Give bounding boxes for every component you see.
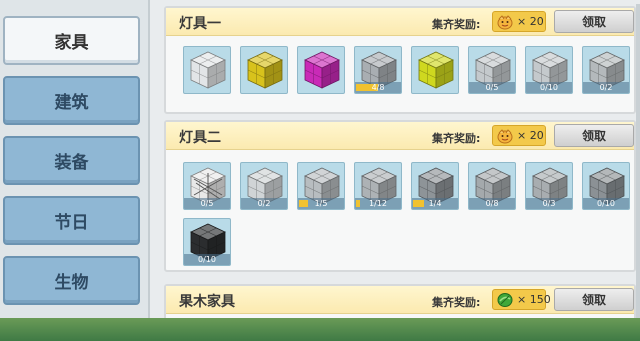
tab-equipment[interactable]: 装备 (3, 136, 140, 185)
collection-item-slot[interactable]: 1/12 (354, 162, 402, 210)
set-title: 灯具一 (179, 16, 221, 32)
tab-label: 建筑 (54, 93, 89, 113)
green-gem-icon (496, 292, 514, 308)
collection-set: 灯具一 集齐奖励: × 20 领取 4/8 0/5 0/10 0/2 (164, 6, 636, 114)
tab-label: 节日 (54, 213, 89, 233)
set-title: 果木家具 (179, 294, 235, 310)
claim-button[interactable]: 领取 (554, 288, 634, 311)
collection-item-slot[interactable]: 0/10 (525, 46, 573, 94)
reward-badge: × 20 (492, 125, 546, 146)
collection-item-slot[interactable]: 0/10 (582, 162, 630, 210)
claim-button[interactable]: 领取 (554, 124, 634, 147)
collection-set: 灯具二 集齐奖励: × 20 领取 0/5 0/2 1/5 1/12 1/4 0/8 0/3… (164, 120, 636, 272)
collection-item-slot[interactable]: 0/2 (240, 162, 288, 210)
item-count: 1/5 (314, 199, 328, 208)
category-sidebar: 家具 建筑 装备 节日 生物 (0, 0, 150, 318)
set-header: 果木家具 集齐奖励: × 150 领取 (166, 286, 634, 314)
item-count: 0/3 (542, 199, 556, 208)
collection-item-slot[interactable]: 1/4 (411, 162, 459, 210)
tab-furniture[interactable]: 家具 (3, 16, 140, 65)
tab-festival[interactable]: 节日 (3, 196, 140, 245)
collection-item-slot[interactable] (183, 46, 231, 94)
reward-label: 集齐奖励: (432, 132, 481, 145)
claim-button[interactable]: 领取 (554, 10, 634, 33)
item-count: 1/12 (369, 199, 387, 208)
set-header: 灯具二 集齐奖励: × 20 领取 (166, 122, 634, 150)
collection-item-slot[interactable] (411, 46, 459, 94)
tab-label: 生物 (54, 273, 89, 293)
collection-item-slot[interactable] (297, 46, 345, 94)
set-header: 灯具一 集齐奖励: × 20 领取 (166, 8, 634, 36)
collection-item-slot[interactable]: 4/8 (354, 46, 402, 94)
collection-item-slot[interactable]: 0/10 (183, 218, 231, 266)
reward-badge: × 20 (492, 11, 546, 32)
collection-item-slot[interactable]: 0/8 (468, 162, 516, 210)
collection-item-slot[interactable]: 0/3 (525, 162, 573, 210)
tab-label: 装备 (54, 153, 89, 173)
tab-building[interactable]: 建筑 (3, 76, 140, 125)
collection-item-slot[interactable]: 1/5 (297, 162, 345, 210)
reward-label: 集齐奖励: (432, 18, 481, 31)
collection-item-slot[interactable] (240, 46, 288, 94)
item-count: 0/8 (485, 199, 499, 208)
collection-item-slot[interactable]: 0/2 (582, 46, 630, 94)
item-count: 0/5 (200, 199, 214, 208)
tab-creature[interactable]: 生物 (3, 256, 140, 305)
item-count: 4/8 (371, 83, 385, 92)
item-count: 1/4 (428, 199, 442, 208)
collection-list[interactable]: 灯具一 集齐奖励: × 20 领取 4/8 0/5 0/10 0/2 灯具二 集齐奖励… (150, 0, 640, 318)
collection-item-slot[interactable]: 0/5 (468, 46, 516, 94)
collection-item-slot[interactable]: 0/5 (183, 162, 231, 210)
reward-amount: × 150 (517, 293, 551, 306)
reward-label: 集齐奖励: (432, 296, 481, 309)
collection-set: 果木家具 集齐奖励: × 150 领取 (164, 284, 636, 318)
item-count: 0/10 (540, 83, 558, 92)
set-title: 灯具二 (179, 130, 221, 146)
item-count: 0/10 (597, 199, 615, 208)
face-token-icon (496, 128, 514, 144)
reward-badge: × 150 (492, 289, 551, 310)
item-count: 0/2 (257, 199, 271, 208)
face-token-icon (496, 14, 514, 30)
reward-amount: × 20 (517, 15, 544, 28)
item-count: 0/5 (485, 83, 499, 92)
reward-amount: × 20 (517, 129, 544, 142)
item-count: 0/2 (599, 83, 613, 92)
tab-label: 家具 (54, 33, 89, 53)
item-count: 0/10 (198, 255, 216, 264)
scrollbar[interactable] (636, 4, 640, 318)
game-background (0, 318, 640, 341)
